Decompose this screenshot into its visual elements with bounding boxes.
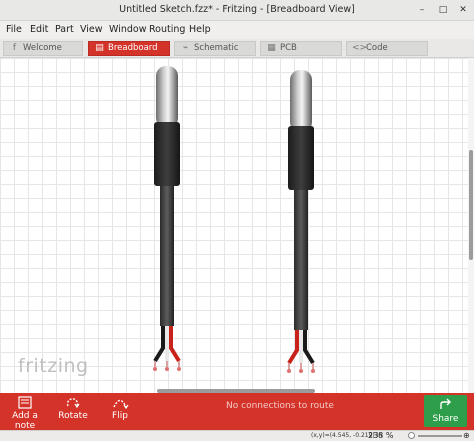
tab-label: Code <box>366 43 388 53</box>
maximize-button[interactable]: □ <box>436 3 450 17</box>
probe-wires <box>287 330 315 373</box>
menu-help[interactable]: Help <box>189 24 211 35</box>
tab-label: PCB <box>280 43 297 53</box>
tab-label: Schematic <box>194 43 239 53</box>
probe-sleeve <box>154 122 180 186</box>
minimize-button[interactable]: – <box>415 3 429 17</box>
flip-button[interactable]: Flip <box>106 396 134 421</box>
zoom-level: 238 % <box>368 431 394 440</box>
probe-cable <box>160 186 174 326</box>
pcb-icon: ▦ <box>267 43 276 53</box>
probe-tip <box>156 66 178 128</box>
fritzing-watermark: fritzing <box>18 355 89 377</box>
routing-status: No connections to route <box>226 401 334 411</box>
flip-label: Flip <box>112 411 128 421</box>
tab-welcome[interactable]: f Welcome <box>3 41 83 56</box>
menu-bar: File Edit Part View Window Routing Help <box>0 21 474 39</box>
tab-breadboard[interactable]: ▤ Breadboard <box>88 41 170 56</box>
tab-pcb[interactable]: ▦ PCB <box>260 41 342 56</box>
breadboard-icon: ▤ <box>95 43 104 53</box>
code-icon: <> <box>352 43 368 53</box>
title-bar: Untitled Sketch.fzz* - Fritzing - [Bread… <box>0 0 474 21</box>
tab-code[interactable]: <> Code <box>346 41 428 56</box>
status-bar: (x,y)=(4.545, -0.219) in 238 % ⊕ <box>0 430 474 441</box>
window-title: Untitled Sketch.fzz* - Fritzing - [Bread… <box>119 4 355 15</box>
share-icon <box>439 398 451 409</box>
rotate-label: Rotate <box>58 411 88 421</box>
menu-edit[interactable]: Edit <box>30 24 48 35</box>
scrollbar-thumb[interactable] <box>469 150 473 260</box>
schematic-icon: ⌁ <box>182 43 189 53</box>
vertical-scrollbar[interactable] <box>468 58 474 393</box>
menu-routing[interactable]: Routing <box>149 24 185 35</box>
menu-file[interactable]: File <box>6 24 22 35</box>
probe-wires <box>153 326 181 371</box>
share-label: Share <box>432 414 459 424</box>
zoom-slider-handle[interactable] <box>408 432 415 439</box>
add-note-label: Add a note <box>12 411 38 431</box>
tab-label: Welcome <box>23 43 62 53</box>
bottom-toolbar: Add a note Rotate Flip No connections to… <box>0 393 474 431</box>
rotate-button[interactable]: Rotate <box>56 396 90 421</box>
probe-tip <box>290 70 312 132</box>
menu-part[interactable]: Part <box>55 24 74 35</box>
temperature-probe-2[interactable] <box>287 70 315 373</box>
rotate-icon <box>66 398 80 409</box>
zoom-in-icon[interactable]: ⊕ <box>463 431 470 440</box>
note-icon <box>18 396 32 409</box>
share-button[interactable]: Share <box>424 395 467 427</box>
add-note-button[interactable]: Add a note <box>4 396 46 431</box>
menu-view[interactable]: View <box>80 24 103 35</box>
zoom-slider[interactable] <box>418 435 462 437</box>
temperature-probe-1[interactable] <box>153 66 181 371</box>
tab-label: Breadboard <box>108 43 158 53</box>
breadboard-canvas[interactable]: fritzing <box>0 58 468 393</box>
probe-cable <box>294 190 308 330</box>
view-tabs: f Welcome ▤ Breadboard ⌁ Schematic ▦ PCB… <box>0 39 474 58</box>
close-button[interactable]: ✕ <box>456 3 470 17</box>
welcome-icon: f <box>12 43 17 53</box>
tab-schematic[interactable]: ⌁ Schematic <box>174 41 256 56</box>
probe-sleeve <box>288 126 314 190</box>
flip-icon <box>113 399 129 410</box>
menu-window[interactable]: Window <box>109 24 146 35</box>
